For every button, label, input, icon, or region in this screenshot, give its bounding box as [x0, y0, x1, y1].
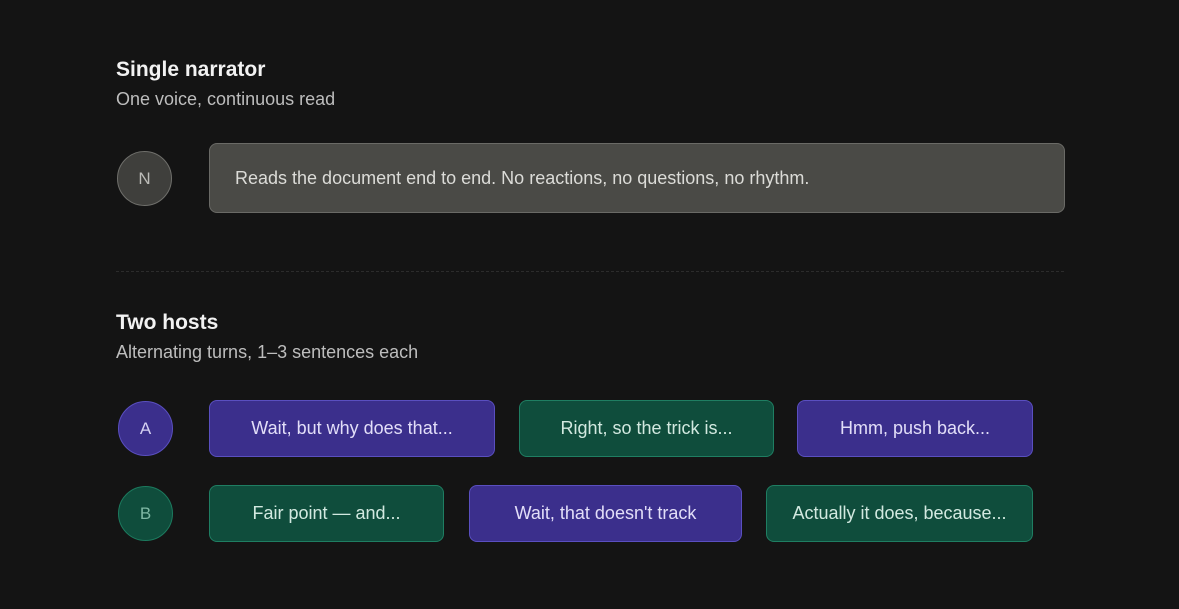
- host-b-avatar: B: [118, 486, 173, 541]
- host-a-avatar: A: [118, 401, 173, 456]
- single-narrator-title: Single narrator: [116, 58, 266, 81]
- host-b-bubble: Fair point — and...: [209, 485, 444, 542]
- host-a-bubble: Hmm, push back...: [797, 400, 1033, 457]
- narrator-bubble: Reads the document end to end. No reacti…: [209, 143, 1065, 213]
- host-b-bubble: Right, so the trick is...: [519, 400, 774, 457]
- single-narrator-subtitle: One voice, continuous read: [116, 89, 336, 109]
- narrator-avatar: N: [117, 151, 172, 206]
- two-hosts-title: Two hosts: [116, 311, 219, 334]
- section-divider: [116, 271, 1064, 272]
- host-a-bubble: Wait, that doesn't track: [469, 485, 742, 542]
- host-a-bubble: Wait, but why does that...: [209, 400, 495, 457]
- two-hosts-subtitle: Alternating turns, 1–3 sentences each: [116, 342, 419, 362]
- host-b-bubble: Actually it does, because...: [766, 485, 1033, 542]
